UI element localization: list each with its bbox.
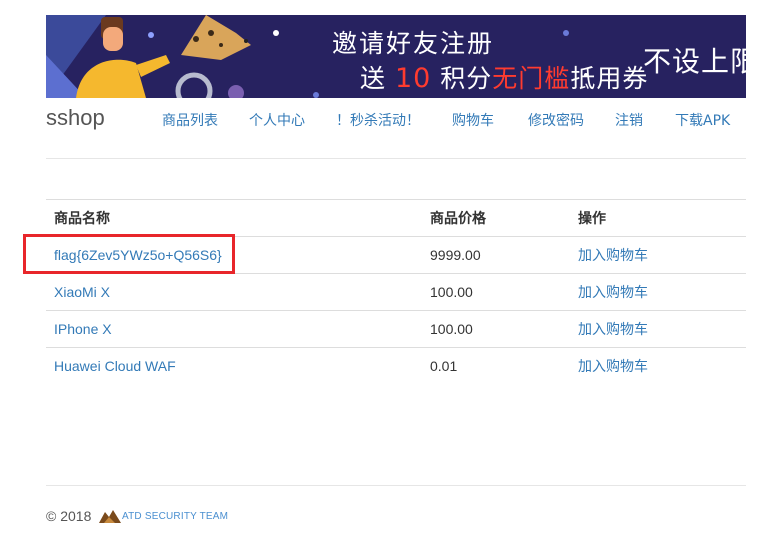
footer-team-name: ATD SECURITY TEAM: [122, 511, 229, 522]
hedgehog-icon: [181, 15, 251, 60]
nav-product-list[interactable]: 商品列表: [162, 110, 218, 130]
banner-subline-prefix: 送: [360, 64, 387, 93]
nav-flash-sale[interactable]: ！秒杀活动！: [336, 110, 420, 130]
banner-headline: 邀请好友注册: [332, 29, 495, 58]
nav-cart[interactable]: 购物车: [452, 110, 494, 130]
navbar: sshop 商品列表 个人中心 ！秒杀活动！ 购物车 修改密码 注销 下载APK: [46, 98, 746, 159]
table-row: Huawei Cloud WAF 0.01 加入购物车: [46, 347, 746, 384]
header-product-price: 商品价格: [422, 199, 570, 237]
table-row: XiaoMi X 100.00 加入购物车: [46, 273, 746, 311]
add-to-cart-link[interactable]: 加入购物车: [578, 248, 648, 264]
nav-logout[interactable]: 注销: [615, 110, 643, 130]
product-name-link[interactable]: IPhone X: [54, 321, 112, 337]
nav-change-password[interactable]: 修改密码: [528, 110, 584, 130]
banner-subline: 送 10 积分无门槛抵用券: [360, 59, 648, 95]
product-price: 0.01: [422, 347, 570, 384]
add-to-cart-link[interactable]: 加入购物车: [578, 359, 648, 375]
footer-divider: [46, 485, 746, 486]
product-table: 商品名称 商品价格 操作 flag{6Zev5YWz5o+Q56S6} 9999…: [46, 199, 746, 384]
header-product-name: 商品名称: [46, 199, 422, 237]
nav-download-apk[interactable]: 下载APK: [675, 110, 730, 130]
table-header-row: 商品名称 商品价格 操作: [46, 199, 746, 237]
banner-highlight: 无门槛: [492, 64, 571, 93]
header-action: 操作: [570, 199, 746, 237]
table-row: IPhone X 100.00 加入购物车: [46, 310, 746, 348]
banner-points-number: 10: [394, 63, 432, 94]
page: 邀请好友注册 送 10 积分无门槛抵用券 不设上限 sshop 商品列表 个人中…: [0, 0, 777, 551]
product-price: 100.00: [422, 273, 570, 311]
add-to-cart-link[interactable]: 加入购物车: [578, 285, 648, 301]
atd-fox-logo-icon: [99, 510, 121, 523]
banner-subline-suffix: 抵用券: [570, 64, 649, 93]
banner-slogan: 不设上限: [643, 45, 746, 78]
product-price: 100.00: [422, 310, 570, 348]
banner-subline-mid: 积分: [440, 64, 493, 93]
brand-logo[interactable]: sshop: [46, 105, 105, 131]
promo-banner[interactable]: 邀请好友注册 送 10 积分无门槛抵用券 不设上限: [46, 15, 746, 98]
nav-user-center[interactable]: 个人中心: [249, 110, 305, 130]
footer-copyright: © 2018: [46, 508, 92, 524]
product-name-link[interactable]: XiaoMi X: [54, 284, 110, 300]
product-price: 9999.00: [422, 236, 570, 274]
add-to-cart-link[interactable]: 加入购物车: [578, 322, 648, 338]
product-name-link[interactable]: Huawei Cloud WAF: [54, 358, 176, 374]
highlight-annotation-box: [23, 234, 235, 274]
